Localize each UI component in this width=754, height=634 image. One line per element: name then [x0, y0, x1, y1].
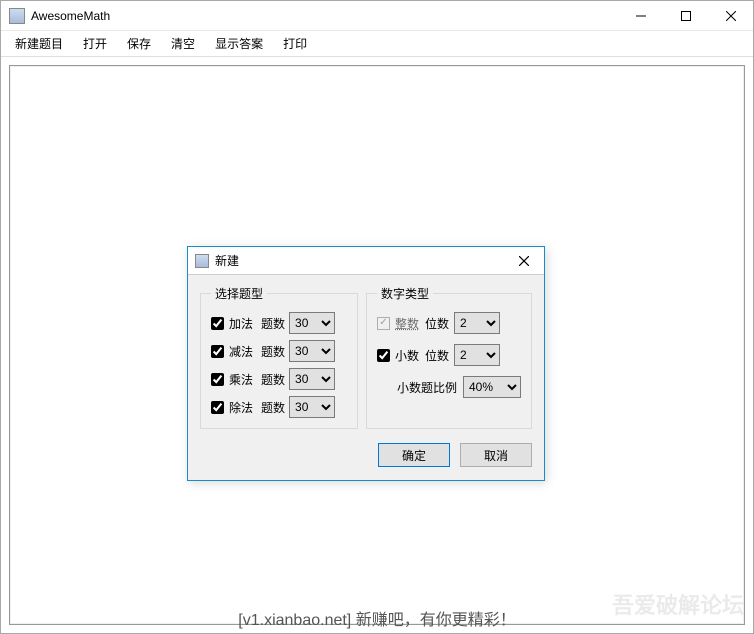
label-decimal-digits: 位数	[425, 347, 449, 364]
menu-clear[interactable]: 清空	[161, 32, 205, 55]
select-count-sub[interactable]: 30	[289, 340, 335, 362]
app-icon	[9, 8, 25, 24]
select-ratio[interactable]: 40%	[463, 376, 521, 398]
label-add: 加法	[229, 315, 253, 332]
select-count-add[interactable]: 30	[289, 312, 335, 334]
group-number: 数字类型 ✓ 整数 位数 2 小数 位数 2	[366, 285, 532, 429]
menu-new[interactable]: 新建题目	[5, 32, 73, 55]
minimize-button[interactable]	[618, 1, 663, 31]
dialog-close-button[interactable]	[504, 247, 544, 275]
select-count-div[interactable]: 30	[289, 396, 335, 418]
count-label: 题数	[261, 315, 285, 332]
close-button[interactable]	[708, 1, 753, 31]
type-row-add: 加法 题数 30	[211, 312, 347, 334]
maximize-button[interactable]	[663, 1, 708, 31]
main-window: AwesomeMath 新建题目 打开 保存 清空 显示答案 打印 新建 选	[0, 0, 754, 634]
label-integer-digits: 位数	[425, 315, 449, 332]
label-decimal: 小数	[395, 347, 419, 364]
dialog-titlebar: 新建	[188, 247, 544, 275]
cancel-button[interactable]: 取消	[460, 443, 532, 467]
checkbox-mul[interactable]	[211, 373, 224, 386]
dialog-body: 选择题型 加法 题数 30 减法 题数 30	[188, 275, 544, 480]
label-div: 除法	[229, 399, 253, 416]
new-dialog: 新建 选择题型 加法 题数 30	[187, 246, 545, 481]
label-integer: 整数	[395, 315, 419, 332]
group-type-legend: 选择题型	[211, 285, 267, 302]
checkbox-div[interactable]	[211, 401, 224, 414]
count-label: 题数	[261, 371, 285, 388]
row-ratio: 小数题比例 40%	[377, 376, 521, 398]
checkbox-integer: ✓	[377, 317, 390, 330]
type-row-mul: 乘法 题数 30	[211, 368, 347, 390]
window-title: AwesomeMath	[31, 9, 110, 23]
type-row-div: 除法 题数 30	[211, 396, 347, 418]
menu-open[interactable]: 打开	[73, 32, 117, 55]
label-sub: 减法	[229, 343, 253, 360]
checkbox-decimal[interactable]	[377, 349, 390, 362]
select-integer-digits[interactable]: 2	[454, 312, 500, 334]
count-label: 题数	[261, 343, 285, 360]
label-mul: 乘法	[229, 371, 253, 388]
client-area: 新建 选择题型 加法 题数 30	[1, 57, 753, 633]
menu-answer[interactable]: 显示答案	[205, 32, 273, 55]
main-titlebar: AwesomeMath	[1, 1, 753, 31]
menu-save[interactable]: 保存	[117, 32, 161, 55]
count-label: 题数	[261, 399, 285, 416]
menu-bar: 新建题目 打开 保存 清空 显示答案 打印	[1, 31, 753, 57]
label-ratio: 小数题比例	[397, 379, 457, 396]
menu-print[interactable]: 打印	[273, 32, 317, 55]
checkbox-add[interactable]	[211, 317, 224, 330]
select-count-mul[interactable]: 30	[289, 368, 335, 390]
checkbox-sub[interactable]	[211, 345, 224, 358]
dialog-title: 新建	[215, 252, 239, 269]
dialog-app-icon	[195, 254, 209, 268]
select-decimal-digits[interactable]: 2	[454, 344, 500, 366]
group-number-legend: 数字类型	[377, 285, 433, 302]
group-type: 选择题型 加法 题数 30 减法 题数 30	[200, 285, 358, 429]
row-integer: ✓ 整数 位数 2	[377, 312, 521, 334]
ok-button[interactable]: 确定	[378, 443, 450, 467]
row-decimal: 小数 位数 2	[377, 344, 521, 366]
type-row-sub: 减法 题数 30	[211, 340, 347, 362]
